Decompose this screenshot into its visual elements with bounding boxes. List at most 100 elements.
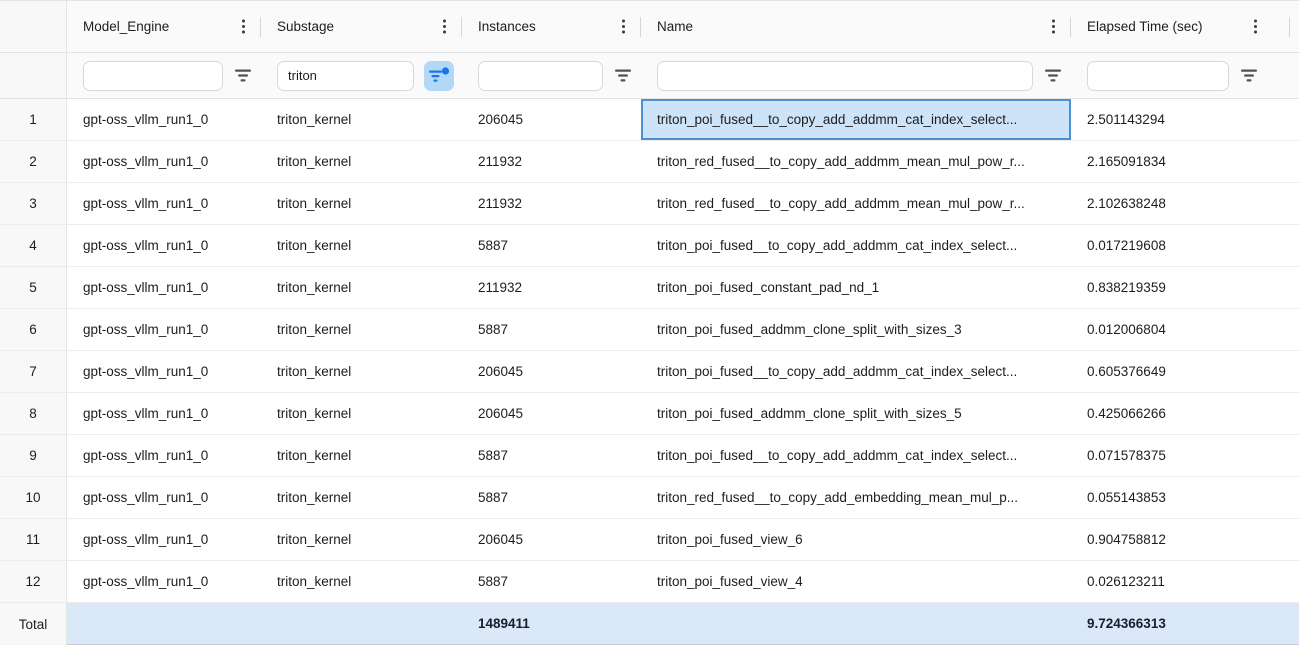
cell-substage[interactable]: triton_kernel (261, 99, 462, 140)
cell-substage[interactable]: triton_kernel (261, 393, 462, 434)
cell-substage[interactable]: triton_kernel (261, 477, 462, 518)
column-separator (1289, 17, 1291, 37)
column-header-elapsed-time[interactable]: Elapsed Time (sec) (1071, 1, 1299, 52)
cell-model-engine[interactable]: gpt-oss_vllm_run1_0 (67, 141, 261, 182)
corner-cell (0, 1, 67, 52)
table-row: 11 gpt-oss_vllm_run1_0 triton_kernel 206… (0, 519, 1299, 561)
cell-model-engine[interactable]: gpt-oss_vllm_run1_0 (67, 225, 261, 266)
cell-elapsed-time[interactable]: 2.165091834 (1071, 141, 1299, 182)
cell-model-engine[interactable]: gpt-oss_vllm_run1_0 (67, 267, 261, 308)
cell-model-engine[interactable]: gpt-oss_vllm_run1_0 (67, 561, 261, 602)
table-row: 9 gpt-oss_vllm_run1_0 triton_kernel 5887… (0, 435, 1299, 477)
column-header-instances[interactable]: Instances (462, 1, 641, 52)
cell-elapsed-time[interactable]: 0.904758812 (1071, 519, 1299, 560)
cell-instances[interactable]: 5887 (462, 225, 641, 266)
cell-instances[interactable]: 206045 (462, 351, 641, 392)
cell-instances[interactable]: 5887 (462, 435, 641, 476)
column-menu-icon[interactable] (1254, 25, 1257, 28)
filter-button-name[interactable] (1043, 66, 1063, 86)
cell-instances[interactable]: 206045 (462, 519, 641, 560)
column-menu-icon[interactable] (242, 25, 245, 28)
active-filter-dot (442, 67, 449, 74)
cell-elapsed-time[interactable]: 0.071578375 (1071, 435, 1299, 476)
filter-cell-name (641, 53, 1071, 98)
cell-name[interactable]: triton_poi_fused__to_copy_add_addmm_cat_… (641, 225, 1071, 266)
filter-icon (1044, 68, 1062, 83)
cell-substage[interactable]: triton_kernel (261, 141, 462, 182)
filter-button-instances[interactable] (613, 66, 633, 86)
cell-instances[interactable]: 211932 (462, 141, 641, 182)
cell-substage[interactable]: triton_kernel (261, 267, 462, 308)
cell-name[interactable]: triton_poi_fused__to_copy_add_addmm_cat_… (641, 435, 1071, 476)
table-body: 1 gpt-oss_vllm_run1_0 triton_kernel 2060… (0, 99, 1299, 603)
cell-substage[interactable]: triton_kernel (261, 519, 462, 560)
cell-name[interactable]: triton_red_fused__to_copy_add_addmm_mean… (641, 183, 1071, 224)
cell-name[interactable]: triton_red_fused__to_copy_add_embedding_… (641, 477, 1071, 518)
row-number: 11 (0, 519, 67, 560)
cell-substage[interactable]: triton_kernel (261, 183, 462, 224)
filter-gutter-cell (0, 53, 67, 98)
cell-model-engine[interactable]: gpt-oss_vllm_run1_0 (67, 519, 261, 560)
filter-icon (614, 68, 632, 83)
cell-elapsed-time[interactable]: 0.605376649 (1071, 351, 1299, 392)
cell-elapsed-time[interactable]: 2.102638248 (1071, 183, 1299, 224)
cell-elapsed-time[interactable]: 0.838219359 (1071, 267, 1299, 308)
cell-name[interactable]: triton_poi_fused_view_6 (641, 519, 1071, 560)
row-number: 6 (0, 309, 67, 350)
cell-name[interactable]: triton_poi_fused__to_copy_add_addmm_cat_… (641, 351, 1071, 392)
cell-instances[interactable]: 206045 (462, 393, 641, 434)
filter-input-elapsed-time[interactable] (1087, 61, 1229, 91)
cell-substage[interactable]: triton_kernel (261, 561, 462, 602)
filter-input-name[interactable] (657, 61, 1033, 91)
table-row: 1 gpt-oss_vllm_run1_0 triton_kernel 2060… (0, 99, 1299, 141)
column-header-model-engine[interactable]: Model_Engine (67, 1, 261, 52)
cell-elapsed-time[interactable]: 0.012006804 (1071, 309, 1299, 350)
cell-substage[interactable]: triton_kernel (261, 351, 462, 392)
cell-name[interactable]: triton_red_fused__to_copy_add_addmm_mean… (641, 141, 1071, 182)
row-number: 1 (0, 99, 67, 140)
filter-button-substage-active[interactable] (424, 61, 454, 91)
cell-model-engine[interactable]: gpt-oss_vllm_run1_0 (67, 393, 261, 434)
cell-instances[interactable]: 5887 (462, 561, 641, 602)
cell-substage[interactable]: triton_kernel (261, 225, 462, 266)
column-menu-icon[interactable] (1052, 25, 1055, 28)
filter-input-substage[interactable] (277, 61, 414, 91)
filter-input-instances[interactable] (478, 61, 603, 91)
cell-model-engine[interactable]: gpt-oss_vllm_run1_0 (67, 309, 261, 350)
cell-substage[interactable]: triton_kernel (261, 435, 462, 476)
cell-name[interactable]: triton_poi_fused_addmm_clone_split_with_… (641, 393, 1071, 434)
cell-instances[interactable]: 211932 (462, 267, 641, 308)
column-menu-icon[interactable] (443, 25, 446, 28)
total-row: Total 1489411 9.724366313 (0, 603, 1299, 645)
cell-elapsed-time[interactable]: 0.017219608 (1071, 225, 1299, 266)
cell-elapsed-time[interactable]: 0.425066266 (1071, 393, 1299, 434)
cell-instances[interactable]: 211932 (462, 183, 641, 224)
row-number: 9 (0, 435, 67, 476)
cell-elapsed-time[interactable]: 2.501143294 (1071, 99, 1299, 140)
cell-name[interactable]: triton_poi_fused_view_4 (641, 561, 1071, 602)
filter-button-elapsed-time[interactable] (1239, 66, 1259, 86)
column-menu-icon[interactable] (622, 25, 625, 28)
cell-model-engine[interactable]: gpt-oss_vllm_run1_0 (67, 183, 261, 224)
cell-instances[interactable]: 5887 (462, 477, 641, 518)
cell-name[interactable]: triton_poi_fused_constant_pad_nd_1 (641, 267, 1071, 308)
cell-instances[interactable]: 5887 (462, 309, 641, 350)
cell-substage[interactable]: triton_kernel (261, 309, 462, 350)
filter-icon (234, 68, 252, 83)
cell-model-engine[interactable]: gpt-oss_vllm_run1_0 (67, 351, 261, 392)
cell-model-engine[interactable]: gpt-oss_vllm_run1_0 (67, 99, 261, 140)
cell-elapsed-time[interactable]: 0.055143853 (1071, 477, 1299, 518)
cell-name[interactable]: triton_poi_fused_addmm_clone_split_with_… (641, 309, 1071, 350)
active-filter-icon (428, 67, 450, 84)
cell-model-engine[interactable]: gpt-oss_vllm_run1_0 (67, 435, 261, 476)
filter-button-model-engine[interactable] (233, 66, 253, 86)
cell-instances[interactable]: 206045 (462, 99, 641, 140)
selected-cell[interactable]: triton_poi_fused__to_copy_add_addmm_cat_… (641, 99, 1071, 140)
column-header-substage[interactable]: Substage (261, 1, 462, 52)
total-instances: 1489411 (462, 616, 641, 631)
cell-model-engine[interactable]: gpt-oss_vllm_run1_0 (67, 477, 261, 518)
column-header-name[interactable]: Name (641, 1, 1071, 52)
row-number: 7 (0, 351, 67, 392)
filter-input-model-engine[interactable] (83, 61, 223, 91)
cell-elapsed-time[interactable]: 0.026123211 (1071, 561, 1299, 602)
